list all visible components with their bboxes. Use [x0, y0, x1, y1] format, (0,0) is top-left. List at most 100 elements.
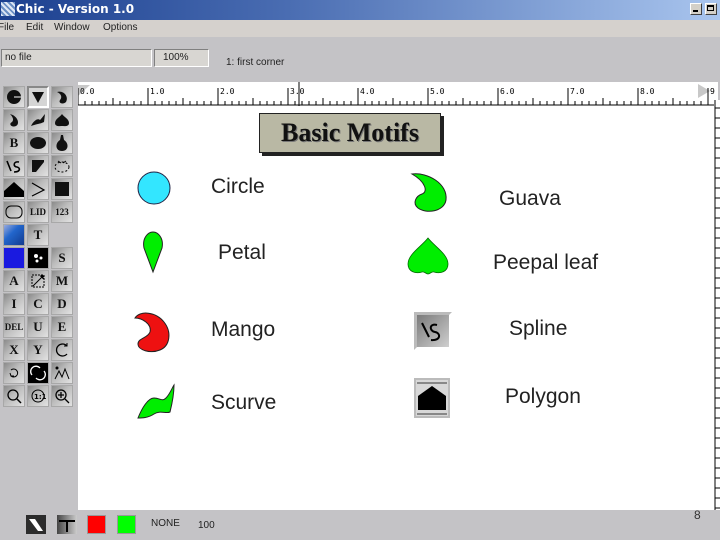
- fill-color-swatch[interactable]: [117, 515, 136, 534]
- delete-tool[interactable]: DEL: [3, 316, 25, 338]
- resize-icon: [30, 273, 46, 289]
- i-tool[interactable]: I: [3, 293, 25, 315]
- gourd-tool[interactable]: [51, 132, 73, 154]
- polygon-tool-icon: [414, 378, 450, 418]
- color-fill-tool[interactable]: [3, 247, 25, 269]
- mango-motif-icon: [134, 312, 170, 353]
- u-tool[interactable]: U: [27, 316, 49, 338]
- slide-title: Basic Motifs: [259, 113, 441, 153]
- motif-label-spline: Spline: [509, 317, 568, 340]
- m-tool[interactable]: M: [51, 270, 73, 292]
- guava-tool[interactable]: [3, 109, 25, 131]
- fill-rect-tool[interactable]: [51, 178, 73, 200]
- rotate-cw-tool[interactable]: [3, 362, 25, 384]
- motif-label-peepal-leaf: Peepal leaf: [493, 251, 599, 274]
- line-color-swatch[interactable]: [87, 515, 106, 534]
- spline-tool[interactable]: [3, 155, 25, 177]
- line-style-button[interactable]: [26, 515, 46, 534]
- m-tool-label: M: [55, 273, 69, 288]
- e-tool[interactable]: E: [51, 316, 73, 338]
- mango-icon: [54, 89, 70, 105]
- polyline-tool[interactable]: [27, 178, 49, 200]
- maximize-button[interactable]: [705, 3, 717, 15]
- triangle-tool[interactable]: [27, 155, 49, 177]
- scatter-icon: [53, 365, 71, 381]
- zoom-in-tool[interactable]: [51, 385, 73, 407]
- scale-value: 100: [198, 520, 215, 531]
- polyline-icon: [30, 181, 46, 197]
- window-title: Chic - Version 1.0: [16, 2, 135, 16]
- zoom-in-icon: [54, 388, 70, 404]
- svg-text:1:1: 1:1: [34, 393, 46, 401]
- rotate-ccw-tool[interactable]: [51, 339, 73, 361]
- ruler-label: 0.0: [80, 87, 95, 96]
- vruler-svg: [714, 100, 720, 510]
- i-tool-label: I: [11, 296, 17, 311]
- mango-tool[interactable]: [51, 86, 73, 108]
- x-tool[interactable]: X: [3, 339, 25, 361]
- dashed-shape-icon: [53, 158, 71, 174]
- scurve-icon: [30, 112, 46, 128]
- gourd-icon: [54, 134, 70, 152]
- menu-window[interactable]: Window: [54, 22, 90, 33]
- b-tool[interactable]: B: [3, 132, 25, 154]
- petal-tool[interactable]: [27, 86, 49, 108]
- ruler-label: 3.0: [290, 87, 305, 96]
- ellipse-tool[interactable]: [27, 132, 49, 154]
- gradient-tool[interactable]: [3, 224, 25, 246]
- y-tool[interactable]: Y: [27, 339, 49, 361]
- line-width-button[interactable]: [57, 515, 77, 534]
- menu-edit[interactable]: Edit: [26, 22, 43, 33]
- d-tool[interactable]: D: [51, 293, 73, 315]
- horizontal-ruler: 0.0 1.0 2.0 3.0 4.0 5.0 6.0 7.0 8.0 9: [78, 82, 718, 106]
- c-tool[interactable]: C: [27, 293, 49, 315]
- circle-motif-icon: [137, 171, 171, 205]
- e-tool-label: E: [57, 319, 67, 334]
- rotate-small-icon: [6, 365, 22, 381]
- sequence-tool[interactable]: 123: [51, 201, 73, 223]
- ruler-label: 9: [710, 87, 715, 96]
- motif-label-guava: Guava: [499, 187, 561, 210]
- gradient-icon: [4, 225, 24, 245]
- file-name-field[interactable]: no file: [1, 49, 152, 67]
- a-tool[interactable]: A: [3, 270, 25, 292]
- pattern-tool[interactable]: [27, 247, 49, 269]
- blue-fill-icon: [4, 248, 24, 268]
- ruler-label: 6.0: [500, 87, 515, 96]
- ruler-label: 7.0: [570, 87, 585, 96]
- text-tool-label: T: [33, 227, 43, 242]
- cycle-tool[interactable]: [27, 362, 49, 384]
- bottom-bar: [0, 510, 720, 540]
- motif-label-polygon: Polygon: [505, 385, 581, 408]
- peepal-tool[interactable]: [51, 109, 73, 131]
- circle-icon: [6, 89, 22, 105]
- spline-icon: [5, 158, 23, 174]
- motif-label-scurve: Scurve: [211, 391, 277, 414]
- menu-file[interactable]: File: [0, 22, 14, 33]
- vertical-ruler: [714, 100, 720, 510]
- rounded-rect-icon: [5, 205, 23, 219]
- resize-tool[interactable]: [27, 270, 49, 292]
- scatter-tool[interactable]: [51, 362, 73, 384]
- rotate-icon: [54, 342, 70, 358]
- scurve-tool[interactable]: [27, 109, 49, 131]
- menu-bar: File Edit Window Options: [0, 20, 720, 37]
- rounded-rect-tool[interactable]: [3, 201, 25, 223]
- peepal-leaf-motif-icon: [407, 237, 449, 275]
- app-icon: [1, 2, 15, 16]
- s-tool[interactable]: S: [51, 247, 73, 269]
- u-tool-label: U: [33, 319, 43, 334]
- dashed-shape-tool[interactable]: [51, 155, 73, 177]
- circle-tool[interactable]: [3, 86, 25, 108]
- zoom-level-field[interactable]: 100%: [154, 49, 209, 67]
- minimize-button[interactable]: [690, 3, 702, 15]
- c-tool-label: C: [33, 296, 43, 311]
- zoom-tool[interactable]: [3, 385, 25, 407]
- menu-options[interactable]: Options: [103, 22, 137, 33]
- pattern-value: NONE: [151, 518, 180, 529]
- text-tool[interactable]: T: [27, 224, 49, 246]
- zoom-reset-tool[interactable]: 1:1: [27, 385, 49, 407]
- polygon-tool[interactable]: [3, 178, 25, 200]
- b-tool-label: B: [9, 135, 19, 150]
- lid-tool[interactable]: LID: [27, 201, 49, 223]
